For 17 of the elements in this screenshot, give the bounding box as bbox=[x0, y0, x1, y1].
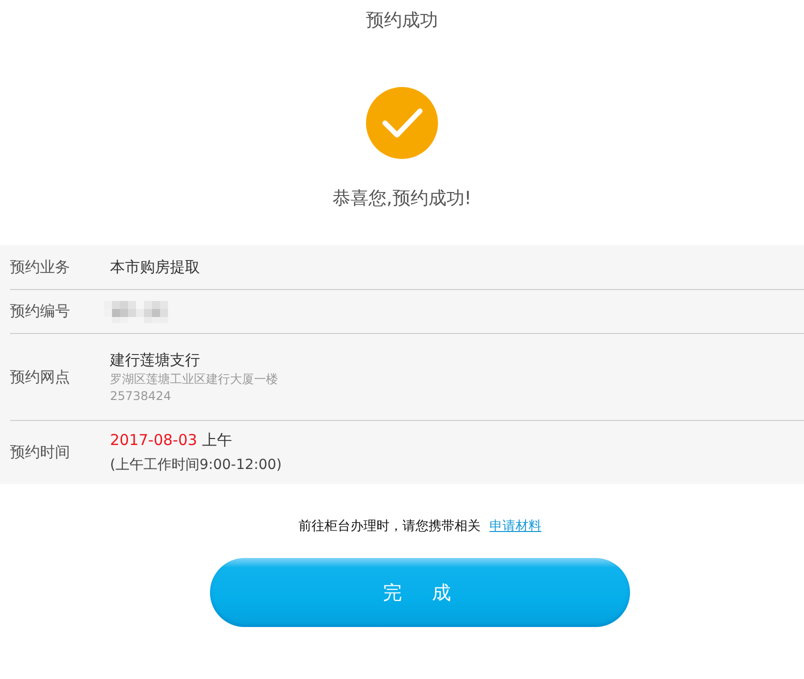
notice-text: 前往柜台办理时，请您携带相关 bbox=[298, 518, 480, 535]
success-check-icon bbox=[366, 87, 438, 159]
page-title: 预约成功 bbox=[365, 9, 439, 33]
materials-link[interactable]: 申请材料 bbox=[490, 517, 542, 535]
working-hours: (上午工作时间9:00-12:00) bbox=[110, 456, 282, 475]
branch-phone: 25738424 bbox=[110, 388, 172, 405]
branch-name: 建行莲塘支行 bbox=[110, 350, 201, 371]
appointment-date: 2017-08-03 bbox=[110, 431, 198, 449]
success-message: 恭喜您,预约成功! bbox=[332, 187, 472, 211]
field-label: 预约编号 bbox=[10, 302, 71, 321]
done-button[interactable]: 完成 bbox=[210, 558, 630, 627]
appointment-period: 上午 bbox=[202, 431, 232, 449]
field-label: 预约网点 bbox=[10, 368, 71, 386]
field-value: 本市购房提取 bbox=[110, 257, 200, 278]
branch-address: 罗湖区莲塘工业区建行大厦一楼 bbox=[110, 371, 278, 388]
field-label: 预约业务 bbox=[10, 258, 71, 276]
field-label: 预约时间 bbox=[10, 443, 71, 462]
